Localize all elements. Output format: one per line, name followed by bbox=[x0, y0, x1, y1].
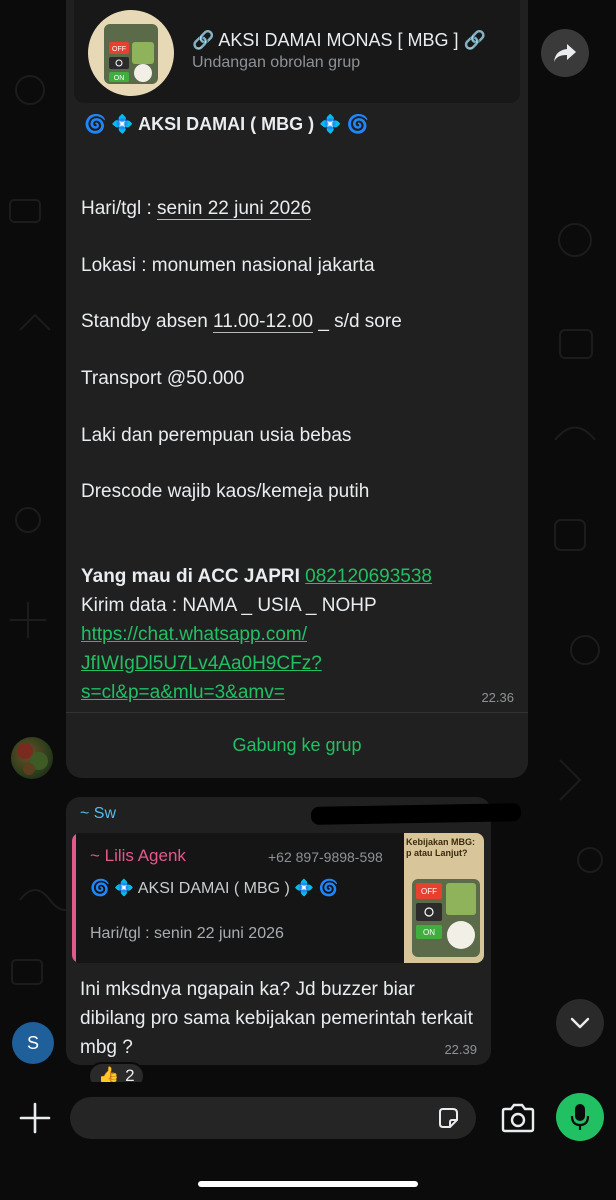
sender-avatar[interactable]: S bbox=[12, 1022, 54, 1064]
sender-avatar[interactable] bbox=[11, 737, 53, 779]
chevron-down-icon bbox=[570, 1017, 590, 1029]
group-link-line-2[interactable]: JfIWIgDl5U7Lv4Aa0H9CFz? bbox=[81, 653, 322, 675]
phone-link[interactable]: 082120693538 bbox=[305, 566, 432, 587]
quoted-sender-name: ~ Lilis Agenk bbox=[90, 846, 186, 865]
acc-line: Yang mau di ACC JAPRI 082120693538 bbox=[81, 566, 432, 588]
quoted-date: Hari/tgl : senin 22 juni 2026 bbox=[90, 925, 284, 942]
group-invite-subtitle: Undangan obrolan grup bbox=[192, 54, 361, 71]
svg-text:OFF: OFF bbox=[421, 887, 437, 896]
plus-icon[interactable] bbox=[17, 1100, 53, 1136]
reply-message: ~ Sw ~ Lilis Agenk +62 897-9898-598 🌀 💠 … bbox=[66, 797, 522, 1065]
group-avatar-thumbnail: OFF ON bbox=[88, 10, 174, 96]
svg-text:ON: ON bbox=[114, 75, 125, 82]
scroll-to-bottom-button[interactable] bbox=[556, 999, 604, 1047]
message-time: 22.36 bbox=[481, 690, 514, 705]
date-label: Hari/tgl : bbox=[81, 198, 158, 219]
quoted-message[interactable]: ~ Lilis Agenk +62 897-9898-598 🌀 💠 AKSI … bbox=[72, 833, 484, 963]
message-text: Ini mksdnya ngapain ka? Jd buzzer biar d… bbox=[80, 979, 473, 1058]
quoted-thumbnail: Kebijakan MBG: p atau Lanjut? OFF ON bbox=[404, 833, 484, 963]
svg-text:ON: ON bbox=[423, 928, 435, 937]
microphone-icon bbox=[570, 1104, 590, 1130]
send-data-line: Kirim data : NAMA _ USIA _ NOHP bbox=[81, 595, 377, 616]
standby-time[interactable]: 11.00-12.00 bbox=[213, 311, 314, 333]
group-invite-card[interactable]: OFF ON 🔗 AKSI DAMAI MONAS [ MBG ] 🔗 Unda… bbox=[74, 0, 520, 103]
sender-name[interactable]: ~ Sw bbox=[80, 805, 116, 823]
join-group-button[interactable]: Gabung ke grup bbox=[66, 735, 528, 756]
message-time: 22.39 bbox=[444, 1042, 477, 1057]
group-name: 🔗 AKSI DAMAI MONAS [ MBG ] 🔗 bbox=[192, 30, 486, 50]
composer-bar bbox=[0, 1082, 616, 1200]
message-heading: 🌀 💠 AKSI DAMAI ( MBG ) 💠 🌀 bbox=[84, 114, 369, 134]
transport-line: Transport @50.000 bbox=[81, 368, 245, 389]
date-value[interactable]: senin 22 juni 2026 bbox=[157, 198, 312, 220]
date-line: Hari/tgl : senin 22 juni 2026 bbox=[81, 198, 312, 220]
camera-icon[interactable] bbox=[500, 1102, 536, 1134]
redaction-scribble bbox=[310, 803, 522, 825]
group-link-line-1[interactable]: https://chat.whatsapp.com/ bbox=[81, 624, 307, 646]
voice-message-button[interactable] bbox=[556, 1093, 604, 1141]
dresscode-line: Drescode wajib kaos/kemeja putih bbox=[81, 481, 370, 502]
forward-button[interactable] bbox=[541, 29, 589, 77]
home-indicator bbox=[198, 1181, 418, 1187]
acc-label: Yang mau di ACC JAPRI bbox=[81, 566, 306, 587]
quote-bar bbox=[72, 833, 76, 963]
svg-text:OFF: OFF bbox=[112, 46, 126, 53]
group-invite-message: OFF ON 🔗 AKSI DAMAI MONAS [ MBG ] 🔗 Unda… bbox=[66, 0, 528, 778]
sticker-icon[interactable] bbox=[436, 1106, 460, 1130]
quoted-title: 🌀 💠 AKSI DAMAI ( MBG ) 💠 🌀 bbox=[90, 880, 339, 897]
forward-icon bbox=[554, 44, 576, 62]
standby-suffix: _ s/d sore bbox=[313, 311, 402, 332]
standby-label: Standby absen bbox=[81, 311, 214, 332]
quoted-sender-phone: +62 897-9898-598 bbox=[268, 849, 383, 865]
standby-line: Standby absen 11.00-12.00 _ s/d sore bbox=[81, 311, 402, 333]
divider bbox=[66, 712, 528, 713]
message-input[interactable] bbox=[70, 1097, 476, 1139]
message-input-box[interactable] bbox=[70, 1097, 476, 1139]
gender-line: Laki dan perempuan usia bebas bbox=[81, 425, 352, 446]
location-line: Lokasi : monumen nasional jakarta bbox=[81, 255, 375, 276]
group-link-line-3[interactable]: s=cl&p=a&mlu=3&amv= bbox=[81, 682, 285, 704]
